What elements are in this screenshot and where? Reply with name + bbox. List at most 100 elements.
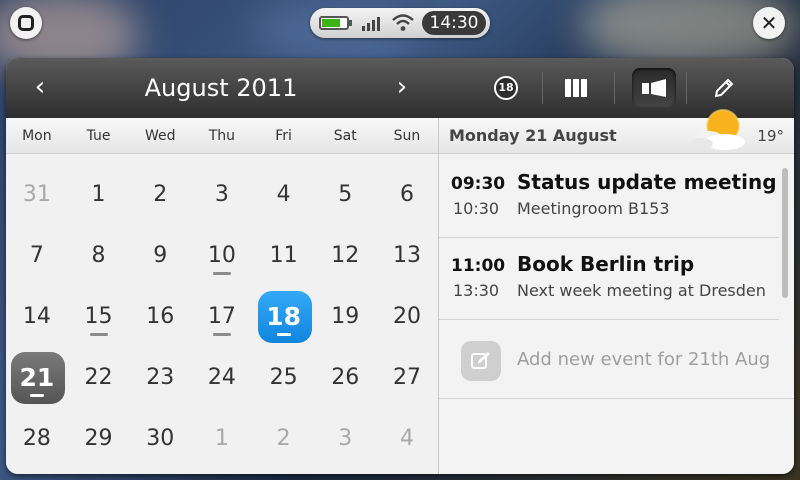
day-cell-selected[interactable]: 21	[6, 347, 68, 408]
edit-button[interactable]	[702, 68, 746, 108]
day-cell[interactable]: 29	[68, 408, 130, 469]
columns-icon	[565, 79, 587, 97]
week-row: 14 15 16 17 18 19 20	[6, 286, 438, 347]
day-cell[interactable]: 27	[376, 347, 438, 408]
day-number: 5	[338, 182, 353, 207]
next-month-button[interactable]: ›	[386, 72, 418, 104]
agenda-pane: Monday 21 August 19° 09:30 10:30 Status …	[439, 109, 794, 474]
day-cell[interactable]: 15	[68, 286, 130, 347]
weekday-label: Fri	[275, 128, 292, 144]
day-number: 4	[276, 182, 291, 207]
day-cell[interactable]: 3	[314, 408, 376, 469]
weekday-label: Mon	[22, 128, 52, 144]
day-number: 8	[91, 243, 106, 268]
day-cell[interactable]: 3	[191, 164, 253, 225]
day-number: 22	[84, 365, 113, 390]
day-cell[interactable]: 19	[314, 286, 376, 347]
day-cell[interactable]: 12	[314, 225, 376, 286]
day-number: 27	[392, 365, 421, 390]
day-cell[interactable]: 8	[68, 225, 130, 286]
agenda-scrollbar[interactable]	[782, 168, 788, 298]
day-cell[interactable]: 26	[314, 347, 376, 408]
day-number: 23	[146, 365, 175, 390]
clock: 14:30	[422, 11, 486, 35]
signal-bar	[362, 26, 365, 31]
day-cell[interactable]: 2	[129, 164, 191, 225]
day-cell[interactable]: 2	[253, 408, 315, 469]
day-cell[interactable]: 17	[191, 286, 253, 347]
event-start-time: 11:00	[451, 256, 506, 276]
partly-sunny-icon	[689, 109, 745, 150]
day-cell[interactable]: 20	[376, 286, 438, 347]
day-cell[interactable]: 4	[376, 408, 438, 469]
day-cell[interactable]: 25	[253, 347, 315, 408]
day-number: 13	[392, 243, 421, 268]
compose-icon	[461, 341, 501, 381]
day-cell[interactable]: 9	[129, 225, 191, 286]
day-number: 24	[207, 365, 236, 390]
day-cell[interactable]: 10	[191, 225, 253, 286]
day-number: 6	[399, 182, 414, 207]
wifi-icon	[392, 14, 414, 31]
toolbar: ‹ August 2011 › 18	[6, 58, 794, 118]
day-cell[interactable]: 14	[6, 286, 68, 347]
day-cell[interactable]: 4	[253, 164, 315, 225]
signal-bar	[367, 23, 370, 31]
day-number: 29	[84, 426, 113, 451]
day-cell[interactable]: 22	[68, 347, 130, 408]
day-split-icon	[642, 79, 666, 97]
toolbar-divider	[614, 72, 615, 104]
add-event-button[interactable]: Add new event for 21th Aug	[439, 321, 794, 399]
pencil-icon	[714, 78, 734, 98]
day-number: 4	[399, 426, 414, 451]
status-bar[interactable]: 14:30	[310, 8, 490, 38]
event-end-time: 13:30	[453, 281, 500, 300]
day-cell[interactable]: 11	[253, 225, 315, 286]
day-view-button[interactable]	[632, 68, 676, 108]
day-number: 1	[214, 426, 229, 451]
agenda-date: Monday 21 August	[449, 126, 617, 145]
home-button[interactable]	[10, 7, 42, 39]
event-title: Book Berlin trip	[517, 252, 695, 276]
event-end-time: 10:30	[453, 199, 500, 218]
day-cell[interactable]: 28	[6, 408, 68, 469]
week-row: 31 1 2 3 4 5 6	[6, 164, 438, 225]
toolbar-divider	[542, 72, 543, 104]
day-number: 9	[153, 243, 168, 268]
today-calendar-icon: 18	[494, 76, 518, 100]
signal-bar	[372, 20, 375, 31]
toolbar-divider	[686, 72, 687, 104]
week-view-button[interactable]	[554, 68, 598, 108]
day-number: 14	[22, 304, 51, 329]
agenda-event[interactable]: 09:30 10:30 Status update meeting Meetin…	[439, 156, 779, 238]
week-row: 28 29 30 1 2 3 4	[6, 408, 438, 469]
day-cell[interactable]: 16	[129, 286, 191, 347]
day-cell[interactable]: 24	[191, 347, 253, 408]
day-number: 25	[269, 365, 298, 390]
close-button[interactable]: ✕	[753, 7, 785, 39]
day-cell[interactable]: 5	[314, 164, 376, 225]
day-number: 1	[91, 182, 106, 207]
day-cell[interactable]: 1	[191, 408, 253, 469]
week-row: 7 8 9 10 11 12 13	[6, 225, 438, 286]
day-cell[interactable]: 13	[376, 225, 438, 286]
day-cell-today[interactable]: 18	[253, 286, 315, 347]
home-icon	[18, 15, 34, 31]
go-to-today-button[interactable]: 18	[484, 68, 528, 108]
day-cell[interactable]: 30	[129, 408, 191, 469]
event-location: Next week meeting at Dresden	[517, 281, 766, 300]
month-title: August 2011	[144, 74, 298, 102]
weekday-label: Sat	[333, 128, 357, 144]
day-cell[interactable]: 23	[129, 347, 191, 408]
agenda-header: Monday 21 August 19°	[439, 109, 794, 154]
agenda-event[interactable]: 11:00 13:30 Book Berlin trip Next week m…	[439, 238, 779, 320]
previous-month-button[interactable]: ‹	[24, 72, 56, 104]
day-cell[interactable]: 7	[6, 225, 68, 286]
day-number: 3	[214, 182, 229, 207]
weekday-label: Tue	[86, 128, 111, 144]
day-cell[interactable]: 6	[376, 164, 438, 225]
signal-icon	[362, 17, 380, 31]
day-cell[interactable]: 31	[6, 164, 68, 225]
day-cell[interactable]: 1	[68, 164, 130, 225]
weekday-label: Wed	[144, 128, 176, 144]
